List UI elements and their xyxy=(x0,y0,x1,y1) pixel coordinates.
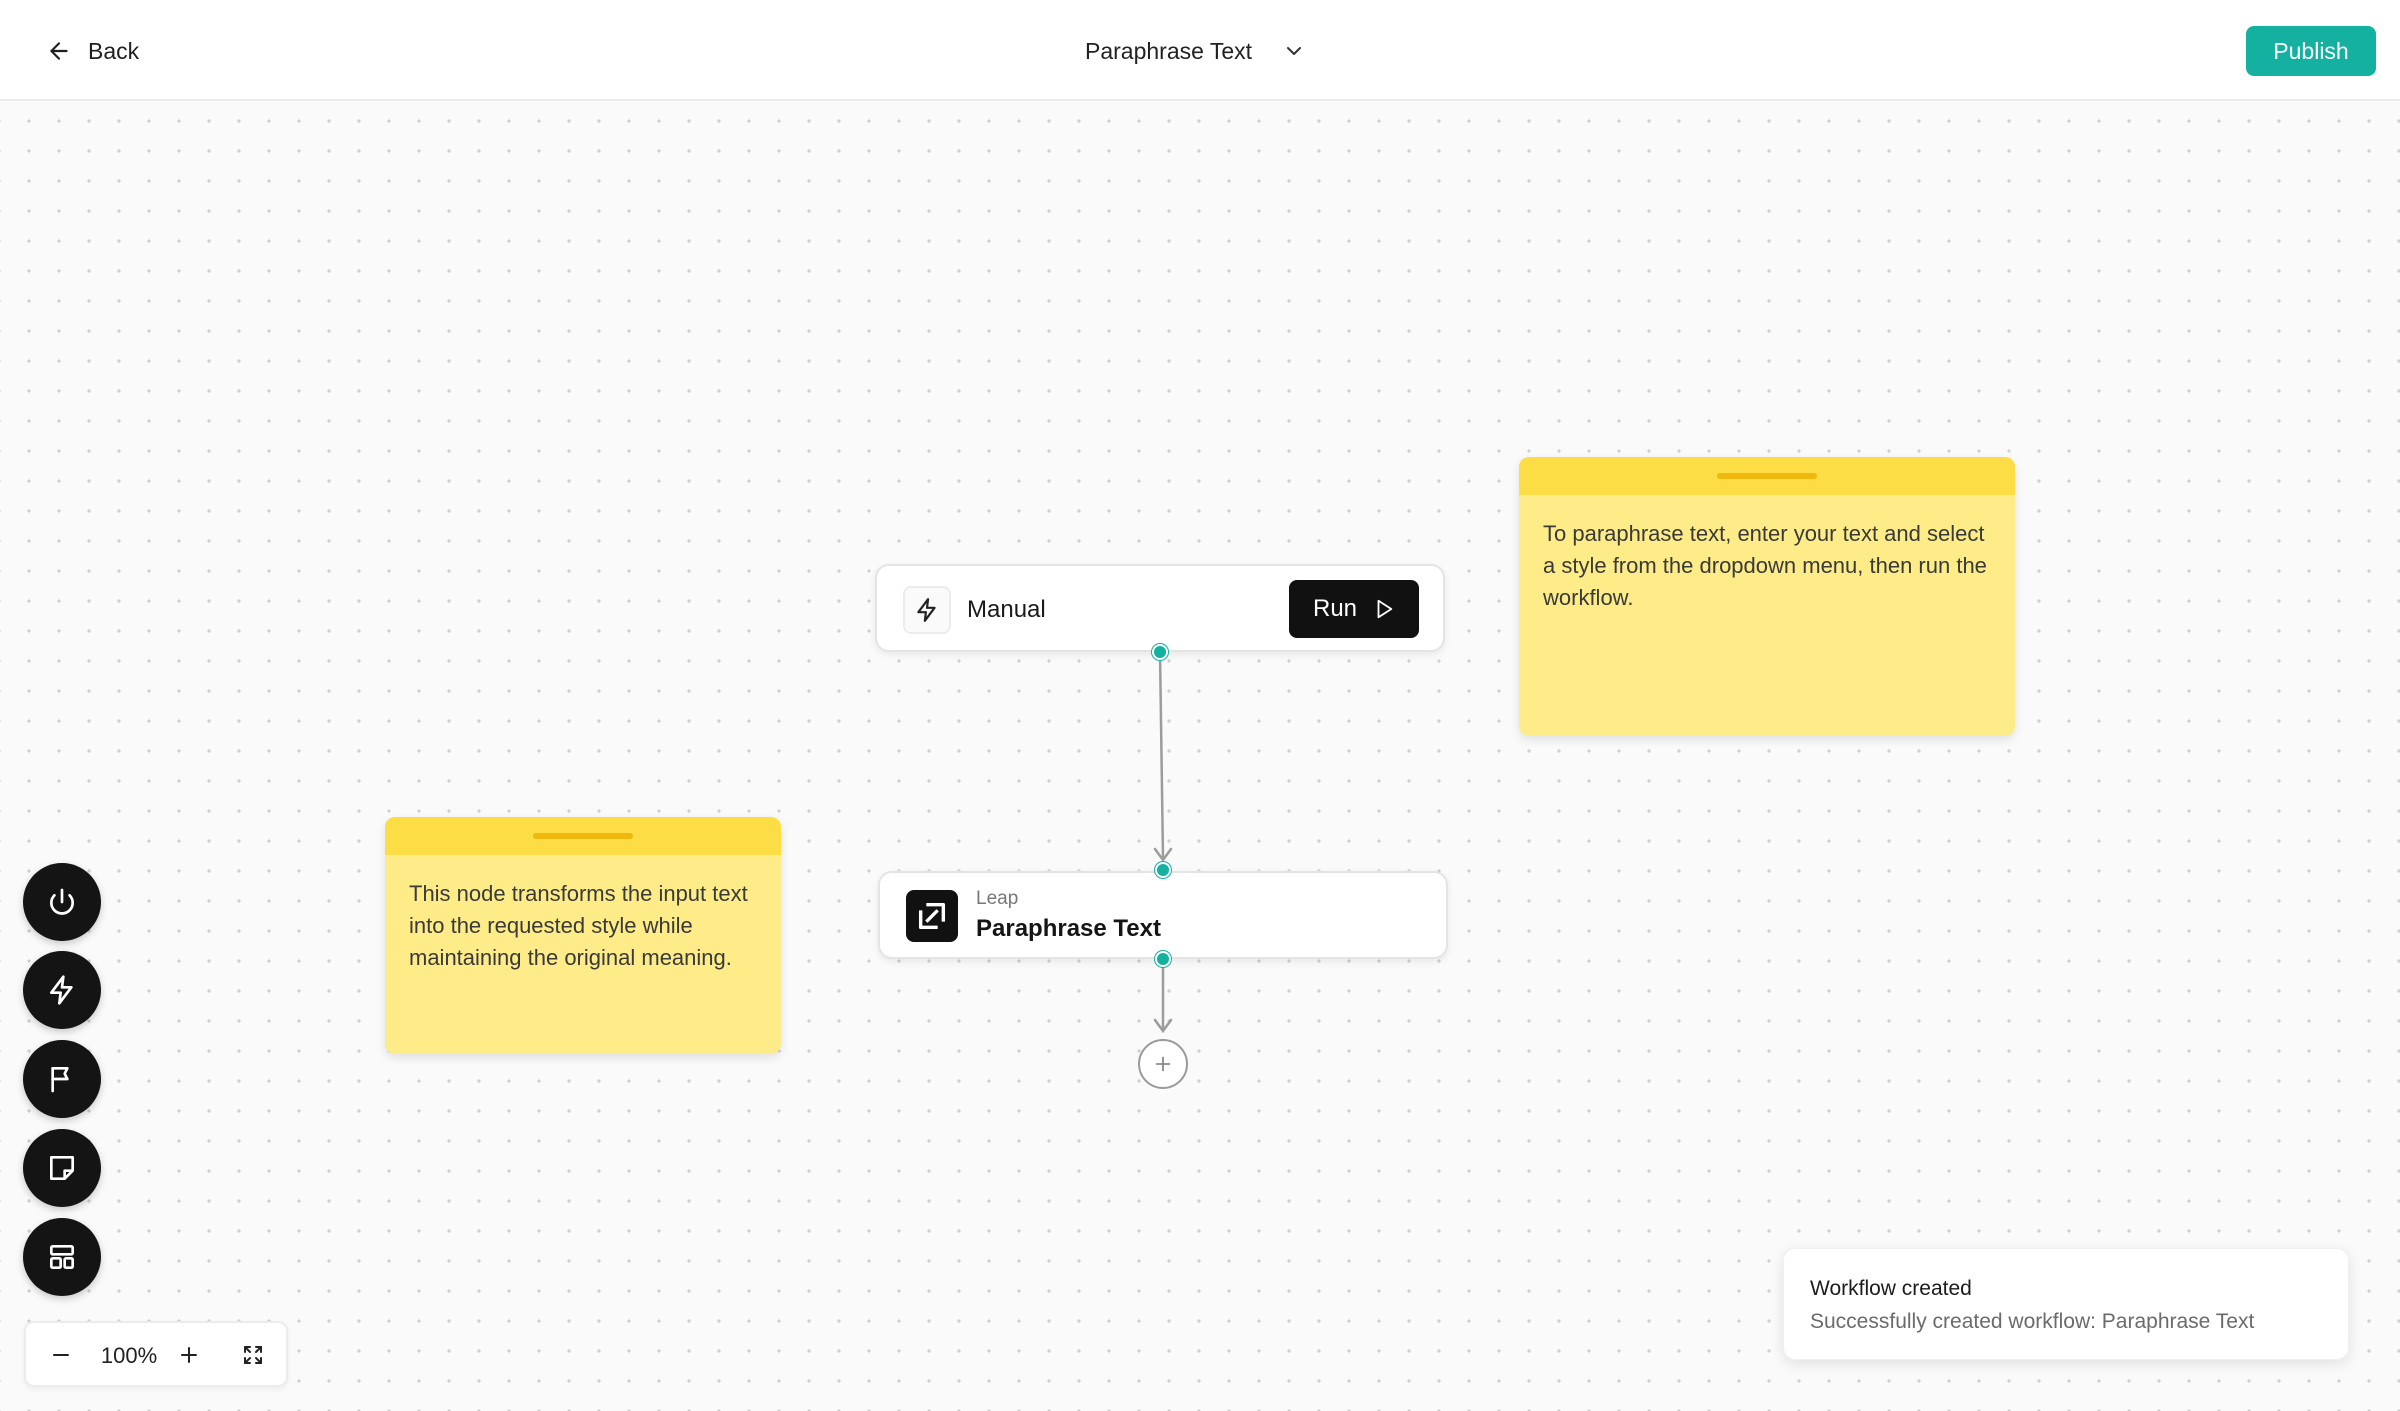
back-button[interactable]: Back xyxy=(46,30,139,72)
expand-icon xyxy=(244,1346,262,1364)
sticky-note[interactable]: To paraphrase text, enter your text and … xyxy=(1519,457,2015,736)
drag-handle[interactable] xyxy=(1717,473,1817,479)
sticky-note-header[interactable] xyxy=(385,817,781,855)
flag-button[interactable] xyxy=(23,1040,101,1118)
zoom-controls: 100% xyxy=(24,1321,288,1387)
sticky-note[interactable]: This node transforms the input text into… xyxy=(385,817,781,1054)
top-bar: Back Paraphrase Text Publish xyxy=(0,0,2400,101)
lightning-icon xyxy=(917,598,936,622)
plus-icon xyxy=(181,1347,197,1363)
sticky-note-text[interactable]: To paraphrase text, enter your text and … xyxy=(1519,495,2015,637)
power-button[interactable] xyxy=(23,863,101,941)
back-label: Back xyxy=(88,37,140,64)
trigger-node[interactable]: Manual Run xyxy=(875,564,1445,652)
toast-title: Workflow created xyxy=(1810,1277,1972,1300)
fit-view-button[interactable] xyxy=(238,1340,268,1370)
drag-handle[interactable] xyxy=(533,833,633,839)
toast-notification[interactable]: Workflow created Successfully created wo… xyxy=(1783,1248,2349,1360)
sticky-note-header[interactable] xyxy=(1519,457,2015,495)
trigger-icon-box xyxy=(903,586,951,634)
workflow-title: Paraphrase Text xyxy=(1085,37,1253,64)
lightning-icon xyxy=(50,975,73,1005)
zoom-in-button[interactable] xyxy=(174,1340,204,1370)
workflow-canvas[interactable] xyxy=(0,102,2400,1411)
run-label: Run xyxy=(1312,595,1358,622)
note-icon xyxy=(50,1156,74,1180)
toast-message: Successfully created workflow: Paraphras… xyxy=(1810,1310,2255,1333)
publish-button[interactable]: Publish xyxy=(2246,26,2376,76)
play-icon xyxy=(1377,599,1393,619)
arrow-left-icon xyxy=(50,42,68,60)
zoom-level: 100% xyxy=(100,1343,158,1368)
run-button[interactable]: Run xyxy=(1289,580,1419,638)
add-trigger-button[interactable] xyxy=(23,951,101,1029)
layout-icon xyxy=(50,1245,74,1269)
trigger-label: Manual xyxy=(967,596,1046,623)
action-name: Paraphrase Text xyxy=(976,915,1161,942)
layout-button[interactable] xyxy=(23,1218,101,1296)
add-node-button[interactable] xyxy=(1138,1039,1188,1089)
leap-logo-icon xyxy=(906,890,958,942)
trigger-output-handle[interactable] xyxy=(1152,644,1168,660)
flag-icon xyxy=(51,1067,69,1093)
workflow-title-dropdown[interactable]: Paraphrase Text xyxy=(1085,30,1306,72)
zoom-out-button[interactable] xyxy=(46,1340,76,1370)
action-node[interactable]: Leap Paraphrase Text xyxy=(878,871,1448,959)
action-output-handle[interactable] xyxy=(1155,951,1171,967)
power-icon xyxy=(50,888,74,915)
minus-icon xyxy=(53,1354,69,1356)
plus-icon xyxy=(1155,1056,1171,1072)
chevron-down-icon xyxy=(1287,47,1302,55)
action-input-handle[interactable] xyxy=(1155,862,1171,878)
add-note-button[interactable] xyxy=(23,1129,101,1207)
action-provider: Leap xyxy=(976,888,1019,909)
sticky-note-text[interactable]: This node transforms the input text into… xyxy=(385,855,781,997)
